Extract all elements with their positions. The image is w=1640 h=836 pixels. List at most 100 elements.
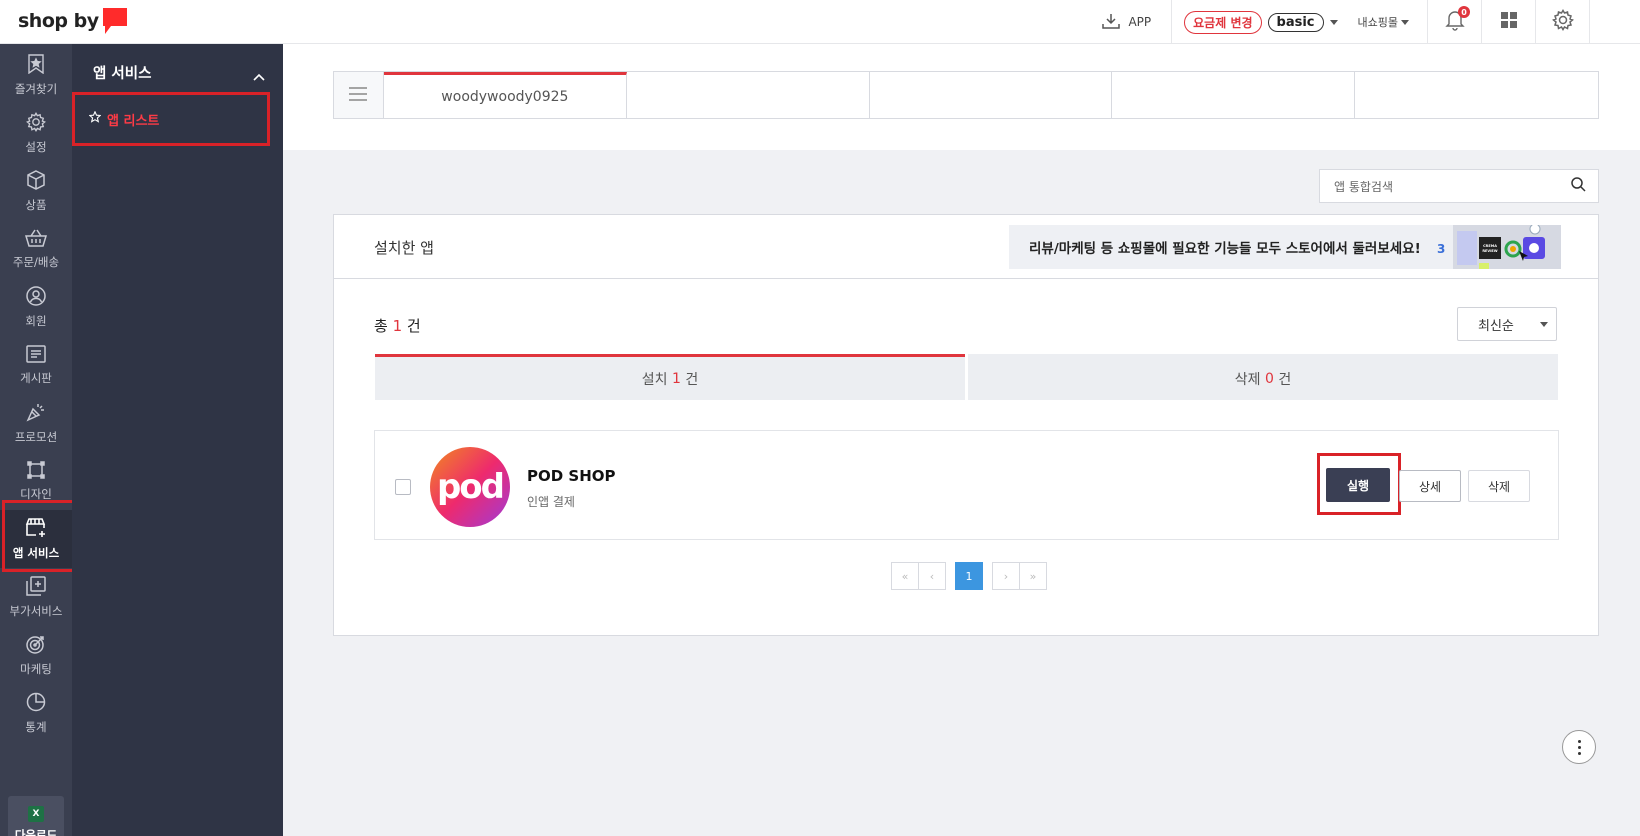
copy-plus-icon (26, 575, 46, 599)
rail-item-board[interactable]: 게시판 (0, 336, 72, 394)
hamburger-icon (349, 86, 368, 105)
total-count: 총 1 건 (374, 315, 421, 336)
tab-empty[interactable] (627, 72, 870, 118)
sort-select[interactable]: 최신순 (1457, 307, 1557, 341)
dot (1577, 739, 1581, 743)
rail-item-orders[interactable]: 주문/배송 (0, 220, 72, 278)
rail-item-label: 즐겨찾기 (14, 81, 58, 96)
rail-item-statistics[interactable]: 통계 (0, 684, 72, 742)
tab-woodywoody0925[interactable]: woodywoody0925 (383, 72, 627, 118)
main-content: woodywoody0925 앱 통합검색 설치한 앱 리뷰/마케팅 등 쇼핑몰… (283, 44, 1640, 836)
tab-area: woodywoody0925 (283, 44, 1640, 150)
app-download-button[interactable]: APP (1102, 0, 1173, 44)
apps-grid-button[interactable] (1482, 0, 1536, 44)
subnav-title: 앱 서비스 (93, 66, 152, 82)
download-icon (1102, 13, 1121, 32)
my-shop-dropdown[interactable]: 내쇼핑몰 (1350, 0, 1428, 44)
page-prev-button[interactable]: ‹ (918, 562, 946, 590)
plan-name-badge: basic (1267, 12, 1324, 32)
gear-icon (26, 111, 46, 135)
rail-item-promotion[interactable]: 프로모션 (0, 394, 72, 452)
board-icon (26, 344, 46, 366)
rail-item-marketing[interactable]: 마케팅 (0, 626, 72, 684)
plan-change-button[interactable]: 요금제 변경 (1184, 10, 1262, 34)
tab-empty[interactable] (870, 72, 1113, 118)
delete-button[interactable]: 삭제 (1468, 470, 1530, 502)
my-shop-label: 내쇼핑몰 (1357, 16, 1398, 29)
total-prefix: 총 (374, 317, 388, 335)
page-first-button[interactable]: « (891, 562, 919, 590)
shopby-logo[interactable]: shop by (18, 6, 127, 36)
dot (1577, 745, 1581, 749)
plan-dropdown-caret-icon[interactable] (1329, 19, 1338, 25)
page-last-button[interactable]: » (1019, 562, 1047, 590)
tab-empty[interactable] (1355, 72, 1598, 118)
pagination: « ‹ 1 › » (891, 562, 1047, 590)
app-description: 인앱 결제 (527, 495, 575, 509)
logo-flag-icon (102, 8, 127, 34)
run-button[interactable]: 실행 (1326, 468, 1390, 502)
target-icon (26, 634, 46, 657)
installed-apps-panel: 설치한 앱 리뷰/마케팅 등 쇼핑몰에 필요한 기능들 모두 스토어에서 둘러보… (333, 214, 1599, 636)
app-name: POD SHOP (527, 467, 616, 485)
panel-title: 설치한 앱 (374, 239, 434, 257)
subnav-item-app-list[interactable]: 앱 리스트 (72, 92, 270, 146)
rail-item-label: 프로모션 (14, 429, 58, 444)
total-number: 1 (392, 317, 403, 335)
chevron-down-icon (1540, 321, 1548, 327)
rail-item-label: 마케팅 (20, 661, 52, 676)
sort-selected-value: 최신순 (1478, 318, 1514, 334)
rail-item-label: 주문/배송 (12, 254, 60, 269)
page-number-button[interactable]: 1 (955, 562, 983, 590)
rail-item-settings[interactable]: 설정 (0, 104, 72, 162)
basket-icon (24, 229, 48, 250)
pod-shop-logo: pod (430, 447, 510, 527)
detail-button[interactable]: 상세 (1399, 470, 1461, 502)
top-header: shop by APP 요금제 변경 basic 내쇼핑몰 0 (0, 0, 1640, 44)
tab-suffix: 건 (685, 371, 699, 388)
bookmark-star-icon (27, 53, 45, 77)
app-download-label: APP (1128, 15, 1152, 29)
tab-menu-button[interactable] (334, 72, 384, 118)
rail-item-label: 설정 (25, 139, 47, 154)
gear-icon (1551, 9, 1574, 35)
app-list-item: pod POD SHOP 인앱 결제 실행 상세 삭제 (374, 430, 1559, 540)
grid-icon (1500, 12, 1517, 32)
excel-icon: X (28, 805, 44, 822)
app-select-checkbox[interactable] (395, 479, 411, 495)
rail-item-addon-service[interactable]: 부가서비스 (0, 568, 72, 626)
rail-item-products[interactable]: 상품 (0, 162, 72, 220)
app-store-banner[interactable]: 리뷰/마케팅 등 쇼핑몰에 필요한 기능들 모두 스토어에서 둘러보세요! 3 … (1009, 225, 1561, 269)
banner-app-icons-image: 3 CREMA REVIEW (1431, 225, 1561, 269)
notification-count-badge: 0 (1458, 6, 1470, 18)
more-options-button[interactable] (1562, 730, 1596, 764)
tab-installed[interactable]: 설치 1 건 (375, 354, 965, 400)
user-circle-icon (26, 285, 46, 309)
tab-deleted[interactable]: 삭제 0 건 (968, 354, 1558, 400)
rail-item-label: 통계 (25, 719, 47, 734)
settings-button[interactable] (1536, 0, 1590, 44)
main-nav-rail: 즐겨찾기 설정 상품 주문/배송 회원 게시판 프로모션 디자인 앱 서비스 부… (0, 44, 72, 836)
logo-text: shop by (18, 10, 99, 32)
star-outline-icon (88, 110, 102, 127)
app-search-input[interactable]: 앱 통합검색 (1319, 169, 1599, 203)
install-status-tabs: 설치 1 건 삭제 0 건 (375, 354, 1558, 400)
rail-item-members[interactable]: 회원 (0, 278, 72, 336)
rail-highlight-box (2, 500, 80, 572)
tab-label: 삭제 (1234, 371, 1261, 388)
tab-empty[interactable] (1112, 72, 1356, 118)
chevron-up-icon[interactable] (253, 66, 265, 85)
chevron-down-icon (1401, 19, 1409, 25)
total-suffix: 건 (406, 317, 421, 335)
notification-button[interactable]: 0 (1428, 0, 1482, 44)
page-next-button[interactable]: › (992, 562, 1020, 590)
pie-chart-icon (26, 692, 46, 715)
design-frame-icon (27, 460, 45, 482)
tab-count: 0 (1264, 370, 1274, 387)
rail-item-label: 상품 (25, 197, 47, 212)
tab-count: 1 (671, 370, 681, 387)
rail-item-favorites[interactable]: 즐겨찾기 (0, 46, 72, 104)
search-icon[interactable] (1571, 177, 1586, 195)
download-button[interactable]: X 다운로드 (8, 796, 64, 836)
rail-item-label: 부가서비스 (9, 603, 63, 618)
